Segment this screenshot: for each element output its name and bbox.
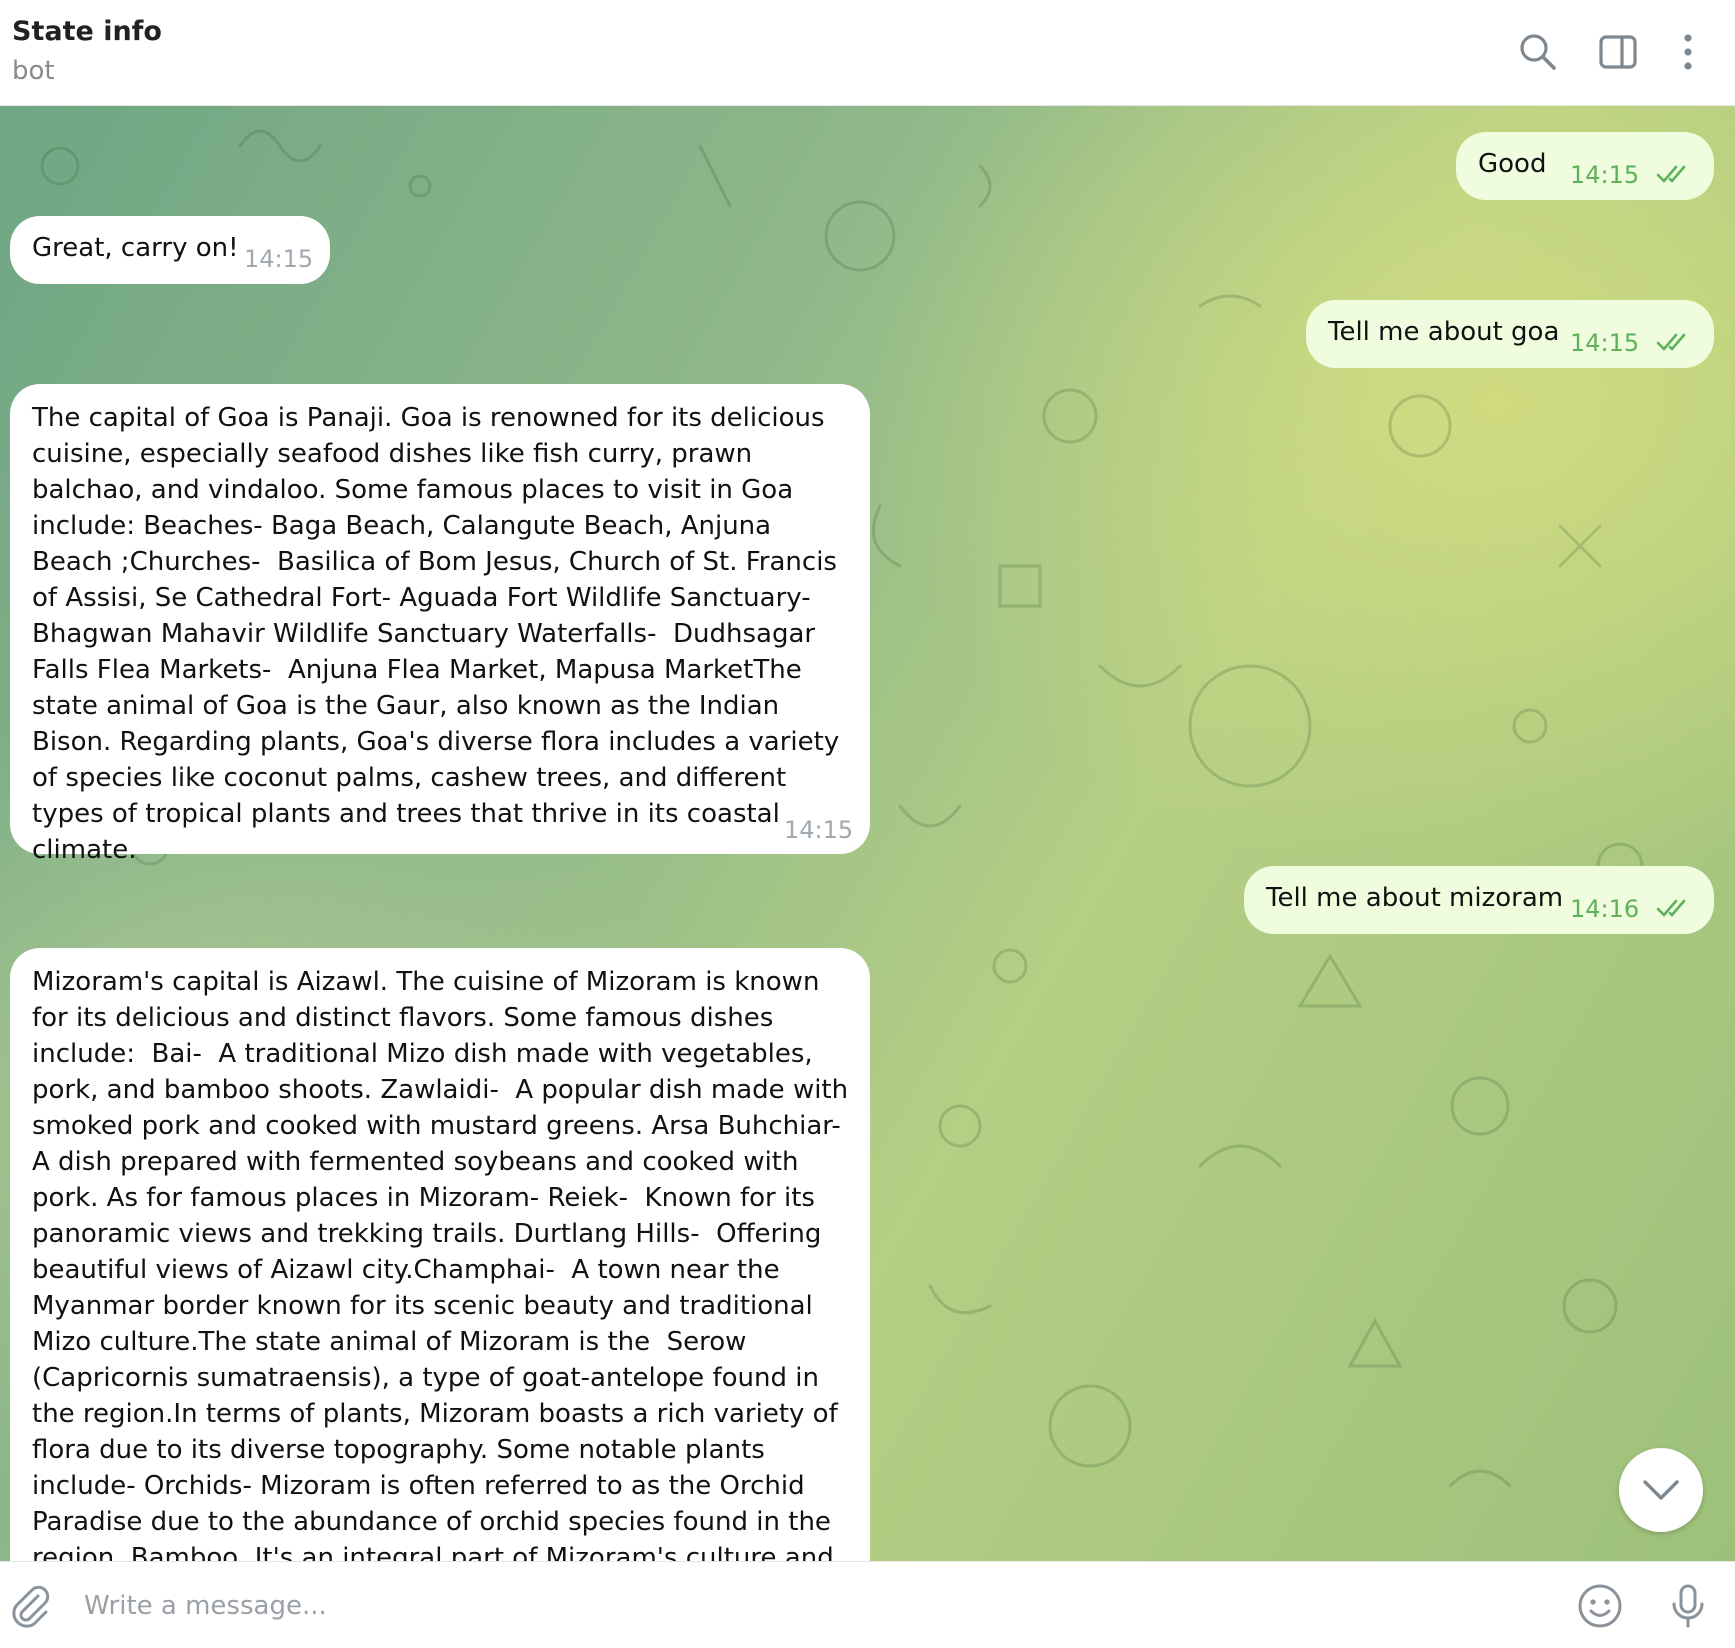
microphone-icon[interactable] <box>1664 1582 1712 1630</box>
scroll-to-bottom-button[interactable] <box>1619 1448 1703 1532</box>
message-text: Great, carry on! <box>32 233 239 263</box>
chat-title[interactable]: State info <box>12 16 162 47</box>
chat-header: State info bot <box>0 0 1735 106</box>
message-bubble-outgoing[interactable]: Tell me about goa 14:15 <box>1306 300 1714 368</box>
read-ticks-icon <box>1656 899 1686 917</box>
read-ticks-icon <box>1656 165 1686 183</box>
message-bubble-incoming[interactable]: Mizoram's capital is Aizawl. The cuisine… <box>10 948 870 1561</box>
sidebar-toggle-icon[interactable] <box>1596 30 1640 74</box>
message-bubble-outgoing[interactable]: Tell me about mizoram 14:16 <box>1244 866 1714 934</box>
message-text: Mizoram's capital is Aizawl. The cuisine… <box>32 967 849 1561</box>
read-ticks-icon <box>1656 333 1686 351</box>
message-time: 14:15 <box>784 816 854 844</box>
message-text: Tell me about mizoram <box>1266 883 1564 913</box>
message-bubble-outgoing[interactable]: Good 14:15 <box>1456 132 1714 200</box>
message-time: 14:15 <box>244 245 314 273</box>
message-input[interactable] <box>84 1586 1534 1626</box>
message-text: Good <box>1478 149 1547 179</box>
message-composer <box>0 1561 1735 1648</box>
message-text: Tell me about goa <box>1328 317 1560 347</box>
more-vertical-icon[interactable] <box>1666 30 1710 74</box>
message-time: 14:15 <box>1570 161 1640 189</box>
chat-status: bot <box>12 56 55 86</box>
chevron-down-icon <box>1643 1480 1679 1500</box>
message-text: The capital of Goa is Panaji. Goa is ren… <box>32 403 848 865</box>
message-bubble-incoming[interactable]: Great, carry on! 14:15 <box>10 216 330 284</box>
message-time: 14:16 <box>1570 895 1640 923</box>
message-time: 14:15 <box>1570 329 1640 357</box>
attach-icon[interactable] <box>6 1582 54 1630</box>
search-icon[interactable] <box>1516 30 1560 74</box>
message-bubble-incoming[interactable]: The capital of Goa is Panaji. Goa is ren… <box>10 384 870 865</box>
message-list[interactable]: Good 14:15 Great, carry on! 14:15 Tell m… <box>0 106 1735 1561</box>
emoji-icon[interactable] <box>1576 1582 1624 1630</box>
